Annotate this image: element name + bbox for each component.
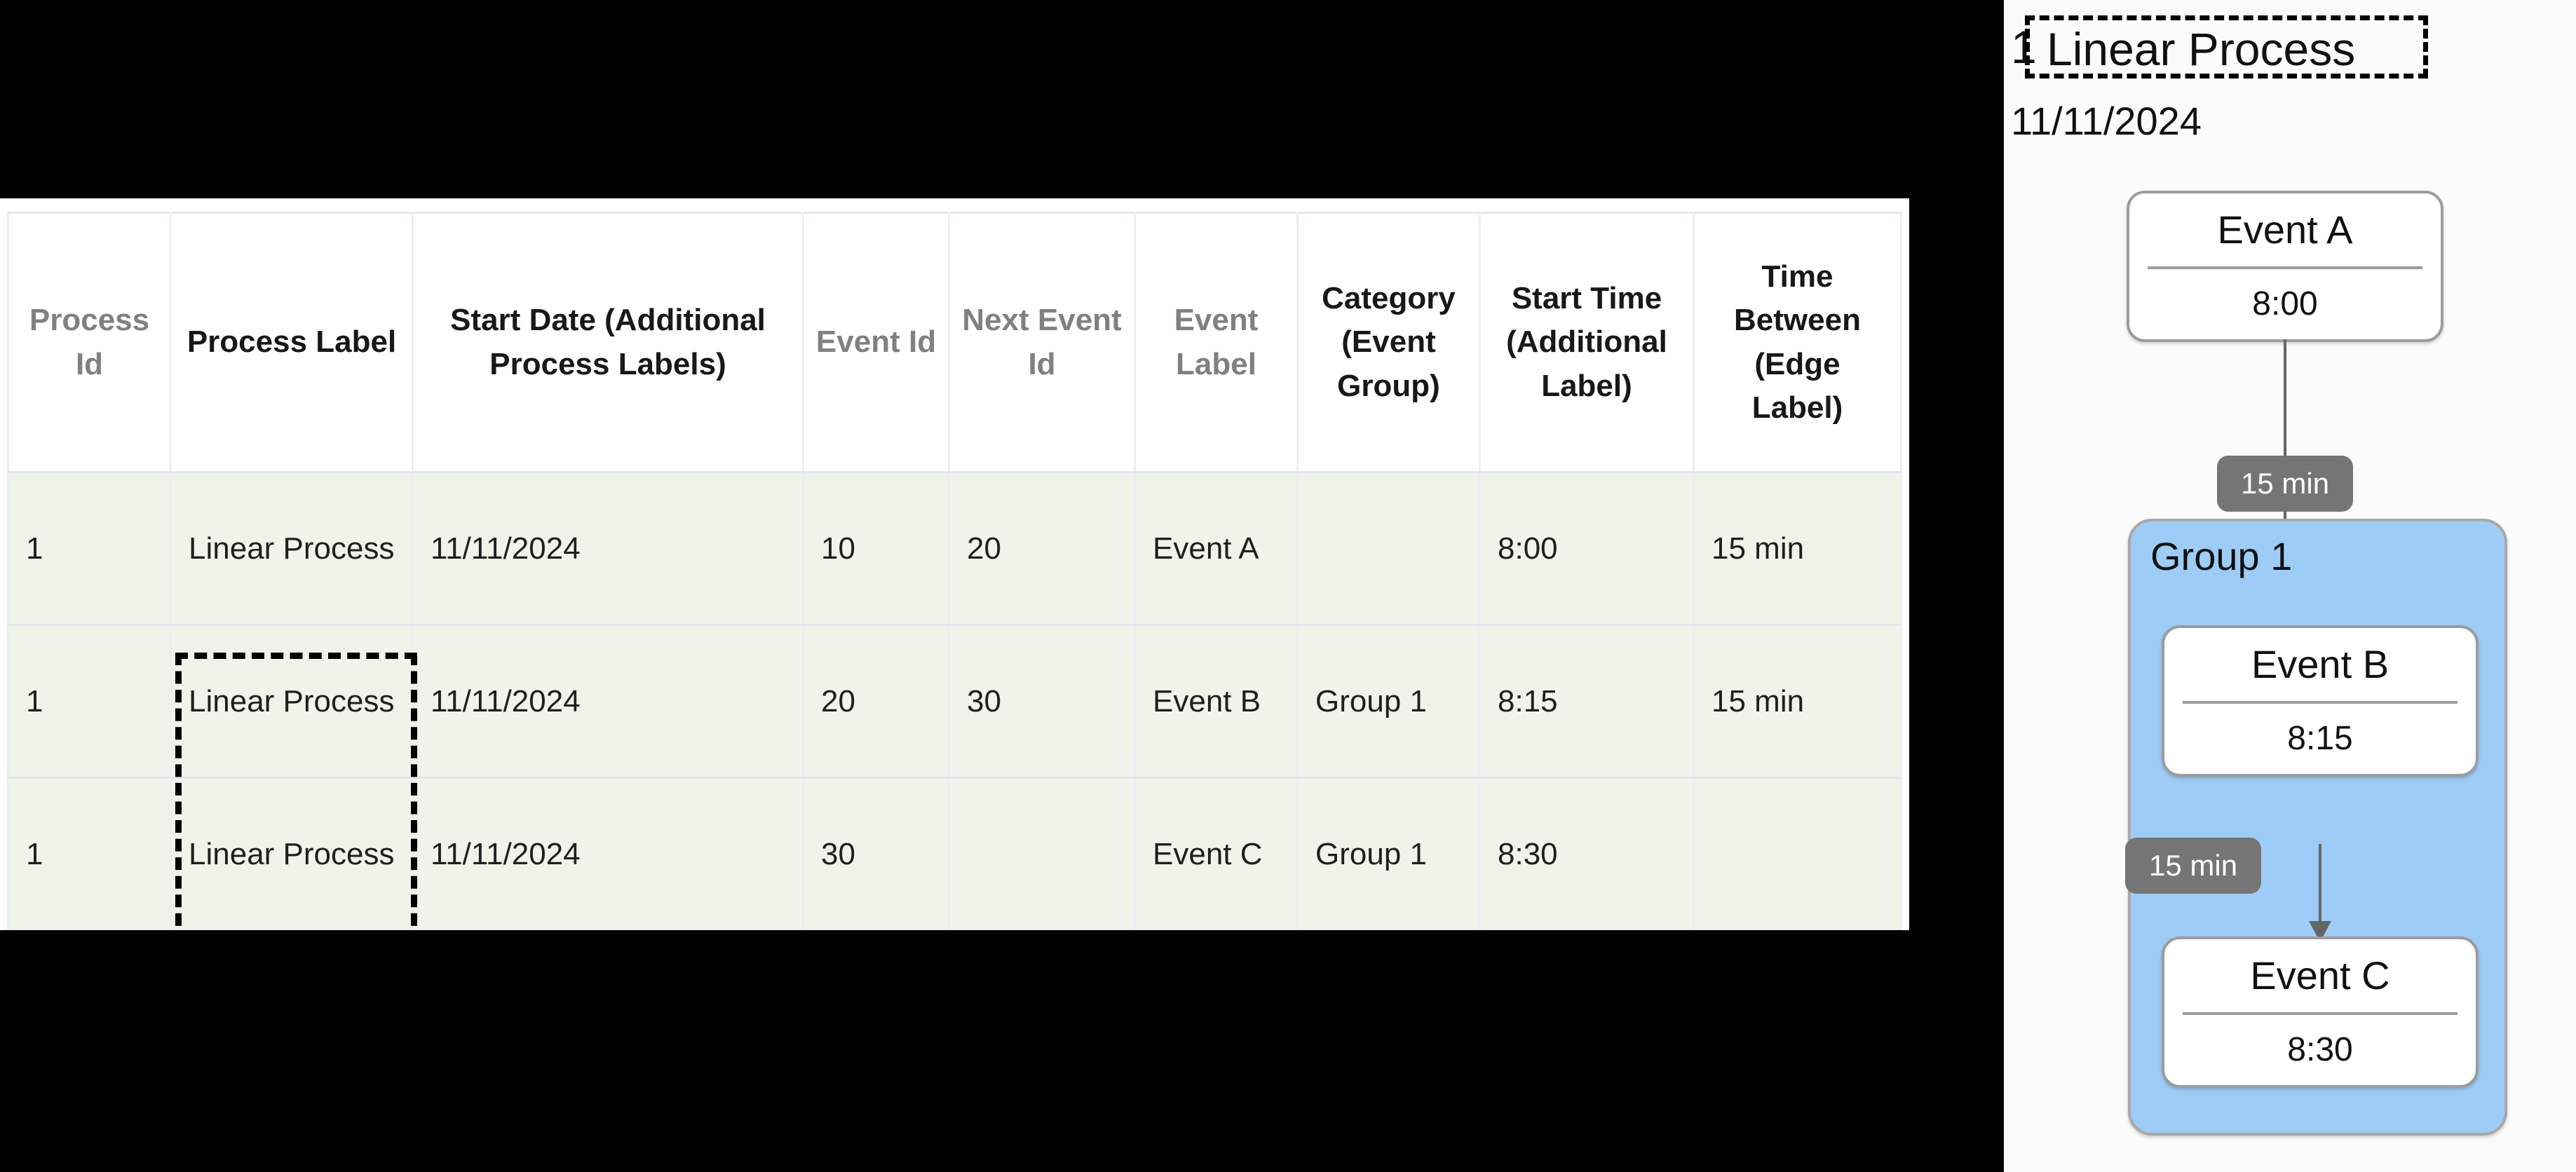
edge-line-b-to-c — [2319, 844, 2321, 934]
event-group-1-label: Group 1 — [2150, 534, 2293, 578]
column-header-time-between[interactable]: Time Between (Edge Label) — [1693, 212, 1902, 473]
event-node-b-subtitle: 8:15 — [2287, 720, 2353, 757]
column-header-event-label[interactable]: Event Label — [1134, 212, 1299, 473]
cell-start-date: 11/11/2024 — [412, 625, 804, 779]
cell-next-event-id: 30 — [948, 625, 1136, 779]
cell-next-event-id — [948, 777, 1136, 930]
cell-process-id: 1 — [7, 472, 172, 626]
column-header-start-time[interactable]: Start Time (Additional Label) — [1479, 212, 1695, 473]
cell-process-label: Linear Process — [170, 625, 414, 779]
diagram-start-date: 11/11/2024 — [2011, 99, 2202, 143]
column-header-process-label[interactable]: Process Label — [170, 212, 414, 473]
cell-process-label: Linear Process — [170, 472, 414, 626]
event-node-a-title: Event A — [2217, 207, 2353, 252]
cell-start-date: 11/11/2024 — [412, 472, 804, 626]
edge-label-b-to-c: 15 min — [2125, 838, 2262, 894]
table-row[interactable]: 1 Linear Process 11/11/2024 10 20 Event … — [7, 472, 1902, 626]
event-node-b[interactable]: Event B 8:15 — [2162, 625, 2479, 777]
cell-event-label: Event C — [1134, 777, 1299, 930]
cell-time-between: 15 min — [1693, 625, 1902, 779]
column-header-process-id[interactable]: Process Id — [7, 212, 172, 473]
cell-event-id: 20 — [802, 625, 950, 779]
cell-category: Group 1 — [1296, 777, 1481, 930]
edge-label-a-to-b: 15 min — [2217, 456, 2354, 512]
cell-category: Group 1 — [1296, 625, 1481, 779]
cell-start-time: 8:15 — [1479, 625, 1695, 779]
process-events-table: Process Id Process Label Start Date (Add… — [7, 212, 1902, 930]
event-node-c-title: Event C — [2250, 953, 2390, 997]
column-header-start-date[interactable]: Start Date (Additional Process Labels) — [412, 212, 804, 473]
diagram-title-row: 1 Linear Process — [2004, 15, 2576, 80]
cell-process-id: 1 — [7, 625, 172, 779]
cell-time-between — [1693, 777, 1902, 930]
cell-category — [1296, 472, 1481, 626]
event-node-b-title: Event B — [2251, 642, 2389, 686]
process-events-table-panel: Process Id Process Label Start Date (Add… — [0, 198, 1909, 930]
column-header-category[interactable]: Category (Event Group) — [1296, 212, 1481, 473]
table-row[interactable]: 1 Linear Process 11/11/2024 20 30 Event … — [7, 625, 1902, 779]
event-node-a-subtitle: 8:00 — [2252, 285, 2318, 322]
cell-start-date: 11/11/2024 — [412, 777, 804, 930]
table-header-row: Process Id Process Label Start Date (Add… — [7, 212, 1902, 473]
column-header-event-id[interactable]: Event Id — [802, 212, 950, 473]
event-node-c[interactable]: Event C 8:30 — [2162, 936, 2479, 1088]
diagram-process-label: Linear Process — [2047, 23, 2356, 75]
cell-process-label: Linear Process — [170, 777, 414, 930]
event-group-1[interactable]: Group 1 Event B 8:15 Event C 8:30 — [2128, 519, 2507, 1136]
diagram-process-label-highlight: Linear Process — [2025, 15, 2428, 79]
event-node-c-subtitle: 8:30 — [2287, 1031, 2353, 1068]
cell-process-id: 1 — [7, 777, 172, 930]
cell-event-label: Event A — [1134, 472, 1299, 626]
event-node-a[interactable]: Event A 8:00 — [2127, 191, 2443, 342]
cell-event-label: Event B — [1134, 625, 1299, 779]
cell-start-time: 8:00 — [1479, 472, 1695, 626]
cell-time-between: 15 min — [1693, 472, 1902, 626]
cell-start-time: 8:30 — [1479, 777, 1695, 930]
table-row[interactable]: 1 Linear Process 11/11/2024 30 Event C G… — [7, 777, 1902, 930]
cell-event-id: 30 — [802, 777, 950, 930]
cell-next-event-id: 20 — [948, 472, 1136, 626]
process-flow-diagram-panel: 1 Linear Process 11/11/2024 Event A 8:00… — [2004, 0, 2576, 1172]
screenshot-root: Process Id Process Label Start Date (Add… — [0, 0, 2576, 1172]
column-header-next-event-id[interactable]: Next Event Id — [948, 212, 1136, 473]
cell-event-id: 10 — [802, 472, 950, 626]
